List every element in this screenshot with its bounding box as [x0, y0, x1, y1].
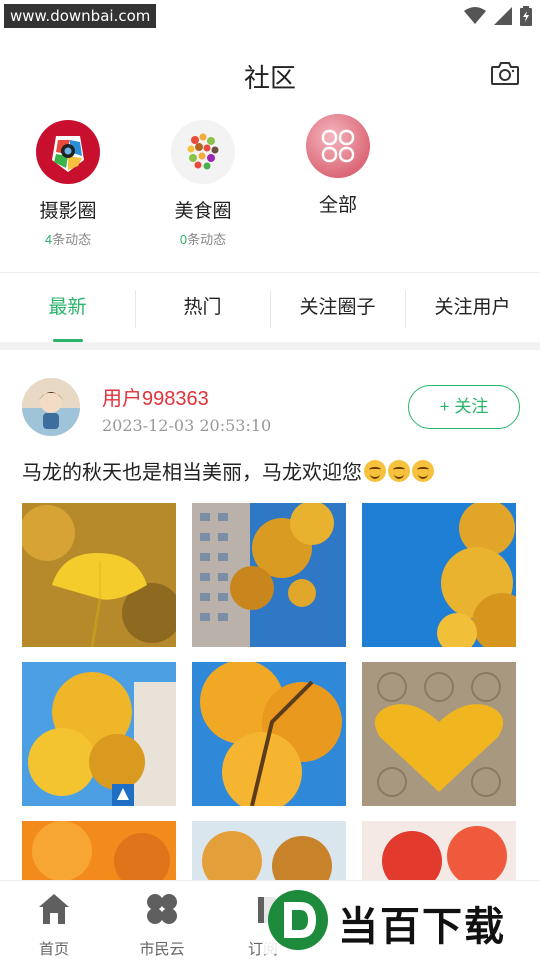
post-timestamp: 2023-12-03 20:53:10 — [102, 416, 272, 435]
clover-icon — [147, 894, 177, 924]
camera-button[interactable] — [490, 60, 520, 86]
page-title: 社区 — [243, 64, 296, 94]
feed-tabs: 最新 热门 关注圈子 关注用户 — [0, 274, 540, 342]
post-photo[interactable] — [192, 662, 346, 806]
nav-label: 首页 — [38, 941, 69, 958]
photography-circle-avatar — [36, 120, 100, 184]
tab-followed-users[interactable]: 关注用户 — [405, 274, 540, 342]
smile-emoji-icon — [412, 460, 434, 482]
nav-item-home[interactable]: 首页 — [4, 889, 104, 959]
post-photo[interactable] — [362, 821, 516, 881]
post-photo[interactable] — [22, 821, 176, 881]
circle-name: 美食圈 — [174, 200, 232, 222]
brand-watermark: 当百下载 — [264, 886, 540, 954]
circle-photography[interactable]: 摄影圈 4条动态 — [8, 118, 128, 248]
camera-icon — [491, 62, 519, 85]
battery-icon — [520, 6, 532, 26]
post-photo[interactable] — [362, 503, 516, 647]
circle-post-count: 4条动态 — [44, 232, 92, 247]
circle-all[interactable]: 全部 — [278, 112, 398, 217]
section-divider — [0, 272, 540, 273]
circle-food[interactable]: 美食圈 0条动态 — [143, 118, 263, 248]
app-header: 社区 — [0, 40, 540, 106]
signal-icon — [494, 7, 512, 25]
wifi-icon — [464, 7, 486, 24]
post-photo[interactable] — [362, 662, 516, 806]
tab-latest[interactable]: 最新 — [0, 274, 135, 342]
nav-item-citizen-cloud[interactable]: 市民云 — [112, 889, 212, 959]
circle-name: 摄影圈 — [39, 200, 97, 222]
feed-divider — [0, 342, 540, 350]
post-photo[interactable] — [192, 821, 346, 881]
circle-name: 全部 — [318, 194, 357, 216]
site-watermark: www.downbai.com — [4, 4, 157, 28]
post-content: 马龙的秋天也是相当美丽，马龙欢迎您 — [22, 456, 434, 485]
post-photo[interactable] — [22, 662, 176, 806]
home-icon — [39, 894, 69, 924]
nav-label: 市民云 — [139, 941, 185, 958]
food-circle-avatar — [171, 120, 235, 184]
circles-section: 摄影圈 4条动态 美食圈 0条动态 全部 — [0, 112, 540, 272]
smile-emoji-icon — [364, 460, 386, 482]
avatar[interactable] — [22, 378, 80, 436]
tab-followed-circles[interactable]: 关注圈子 — [270, 274, 405, 342]
status-bar: www.downbai.com — [0, 0, 540, 32]
circle-post-count: 0条动态 — [179, 232, 227, 247]
post-photo[interactable] — [192, 503, 346, 647]
status-icons — [464, 6, 532, 26]
brand-watermark-text: 当百下载 — [338, 904, 506, 950]
tab-hot[interactable]: 热门 — [135, 274, 270, 342]
post-username[interactable]: 用户998363 — [102, 382, 209, 411]
all-circles-icon — [306, 114, 370, 178]
post-photo[interactable] — [22, 503, 176, 647]
smile-emoji-icon — [388, 460, 410, 482]
follow-button[interactable]: + 关注 — [408, 385, 520, 429]
